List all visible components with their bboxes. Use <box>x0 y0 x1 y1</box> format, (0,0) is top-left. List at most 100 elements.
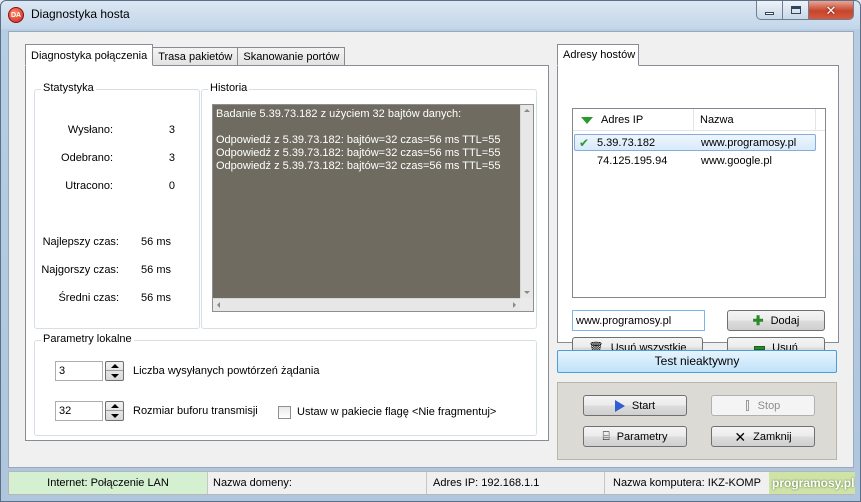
title-bar[interactable]: DA Diagnostyka hosta ✕ <box>1 1 860 29</box>
minimize-icon <box>765 11 774 15</box>
stat-label: Średni czas: <box>58 292 119 304</box>
tab-skanowanie-portow[interactable]: Skanowanie portów <box>237 47 346 66</box>
status-bar: Internet: Połączenie LAN Nazwa domeny: A… <box>8 471 854 495</box>
stat-row-avg-time: Średni czas: 56 ms <box>35 292 171 306</box>
stats-group: Statystyka Wysłano: 3 Odebrano: 3 Utraco… <box>34 82 200 329</box>
stat-label: Odebrano: <box>61 152 113 164</box>
pause-icon <box>745 400 749 411</box>
hosts-list-header: Adres IP Nazwa <box>573 109 825 131</box>
status-domain: Nazwa domeny: <box>208 472 427 494</box>
parameters-button[interactable]: ⌸ Parametry <box>583 426 687 447</box>
scroll-up-icon[interactable] <box>524 109 530 112</box>
tab-trasa-pakietow[interactable]: Trasa pakietów <box>152 47 239 66</box>
host-ip: 74.125.195.94 <box>597 155 668 167</box>
add-host-button[interactable]: ✚ Dodaj <box>727 310 825 331</box>
stat-value: 56 ms <box>141 292 171 304</box>
host-ip: 5.39.73.182 <box>597 137 656 149</box>
stat-label: Najgorszy czas: <box>41 264 119 276</box>
client-area: Diagnostyka połączenia Trasa pakietów Sk… <box>8 31 854 468</box>
buffer-size-spinner[interactable] <box>105 401 124 421</box>
host-address-input[interactable] <box>572 310 705 331</box>
window-title: Diagnostyka hosta <box>31 7 130 21</box>
stat-row-sent: Wysłano: 3 <box>35 124 175 138</box>
stop-button[interactable]: Stop <box>711 395 815 416</box>
history-legend: Historia <box>208 82 250 94</box>
stat-label: Najlepszy czas: <box>42 236 119 248</box>
scroll-down-icon[interactable] <box>524 291 530 294</box>
repeat-count-label: Liczba wysyłanych powtórzeń żądania <box>133 365 320 377</box>
maximize-icon <box>790 6 801 14</box>
column-header-ip[interactable]: Adres IP <box>573 109 694 131</box>
stat-value: 0 <box>168 180 175 192</box>
status-internet: Internet: Połączenie LAN <box>9 472 208 494</box>
tab-panel: Statystyka Wysłano: 3 Odebrano: 3 Utraco… <box>25 65 549 441</box>
list-item[interactable]: ✔ 5.39.73.182 www.programosy.pl <box>574 134 816 151</box>
column-ip-label: Adres IP <box>601 114 644 126</box>
list-item[interactable]: 74.125.195.94 www.google.pl <box>574 153 816 170</box>
buffer-size-label: Rozmiar buforu transmisji <box>133 405 258 417</box>
stat-row-lost: Utracono: 0 <box>35 180 175 194</box>
history-group: Historia Badanie 5.39.73.182 z użyciem 3… <box>201 82 537 329</box>
hosts-panel: Adres IP Nazwa ✔ 5.39.73.182 www.program… <box>557 65 839 358</box>
close-label: Zamknij <box>753 430 792 443</box>
close-icon: ✕ <box>825 2 837 18</box>
spin-down-button[interactable] <box>106 371 123 380</box>
stat-row-received: Odebrano: 3 <box>35 152 175 166</box>
buffer-size-input[interactable] <box>55 401 103 421</box>
spin-up-button[interactable] <box>106 362 123 371</box>
stat-value: 3 <box>168 124 175 136</box>
repeat-count-input[interactable] <box>55 361 103 381</box>
stat-row-worst-time: Najgorszy czas: 56 ms <box>35 264 171 278</box>
close-window-button[interactable]: ✕ <box>809 1 854 20</box>
stop-label: Stop <box>757 399 781 412</box>
stats-legend: Statystyka <box>41 82 96 94</box>
status-ip: Adres IP: 192.168.1.1 <box>427 472 605 494</box>
column-name-label: Nazwa <box>700 114 734 126</box>
scroll-right-icon[interactable] <box>513 302 516 308</box>
check-icon: ✔ <box>579 136 590 150</box>
close-x-icon: ✕ <box>734 428 747 445</box>
watermark-logo: programosy.pl <box>769 472 855 494</box>
spin-up-button[interactable] <box>106 402 123 411</box>
maximize-button[interactable] <box>783 1 809 20</box>
settings-icon: ⌸ <box>602 429 610 443</box>
hosts-list[interactable]: Adres IP Nazwa ✔ 5.39.73.182 www.program… <box>572 108 826 298</box>
start-button[interactable]: Start <box>583 395 687 416</box>
stat-label: Wysłano: <box>67 124 113 136</box>
app-window: DA Diagnostyka hosta ✕ Diagnostyka połąc… <box>0 0 861 502</box>
dont-fragment-checkbox[interactable] <box>278 406 291 419</box>
column-header-name[interactable]: Nazwa <box>694 109 816 131</box>
spin-up-icon <box>110 364 119 368</box>
spin-down-icon <box>110 413 119 418</box>
minus-icon <box>754 345 766 350</box>
app-icon[interactable]: DA <box>8 7 24 23</box>
spin-down-icon <box>110 373 119 378</box>
local-params-legend: Parametry lokalne <box>41 333 134 345</box>
add-host-label: Dodaj <box>770 314 800 327</box>
tab-adresy-hostow[interactable]: Adresy hostów <box>557 44 639 66</box>
history-log[interactable]: Badanie 5.39.73.182 z użyciem 32 bajtów … <box>212 104 534 312</box>
history-horizontal-scrollbar[interactable] <box>213 298 520 311</box>
history-text: Badanie 5.39.73.182 z użyciem 32 bajtów … <box>216 108 501 172</box>
dont-fragment-label[interactable]: Ustaw w pakiecie flagę <Nie fragmentuj> <box>297 406 496 418</box>
sort-arrow-icon <box>581 116 593 124</box>
play-icon <box>614 399 625 412</box>
stat-value: 56 ms <box>141 236 171 248</box>
local-params-group: Parametry lokalne Liczba wysyłanych powt… <box>34 333 537 436</box>
close-button[interactable]: ✕ Zamknij <box>711 426 815 447</box>
spin-up-icon <box>110 404 119 408</box>
repeat-count-spinner[interactable] <box>105 361 124 381</box>
minimize-button[interactable] <box>756 1 783 20</box>
spin-down-button[interactable] <box>106 411 123 420</box>
stat-row-best-time: Najlepszy czas: 56 ms <box>35 236 171 250</box>
tab-diagnostyka-polaczenia[interactable]: Diagnostyka połączenia <box>25 44 154 66</box>
action-panel: Start Stop ⌸ Parametry ✕ Zamknij <box>557 382 837 460</box>
plus-icon: ✚ <box>752 312 764 328</box>
scroll-corner <box>520 298 533 311</box>
host-name: www.google.pl <box>701 155 772 167</box>
parameters-label: Parametry <box>616 430 668 443</box>
history-vertical-scrollbar[interactable] <box>520 105 533 298</box>
stat-label: Utracono: <box>65 180 113 192</box>
scroll-left-icon[interactable] <box>217 302 220 308</box>
stat-value: 3 <box>168 152 175 164</box>
